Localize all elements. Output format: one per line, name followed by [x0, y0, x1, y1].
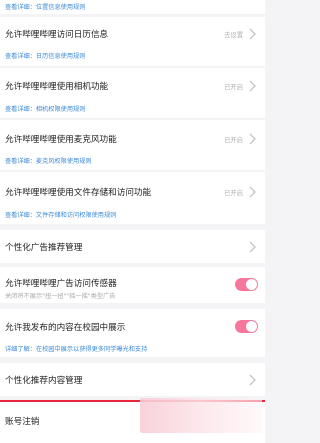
storage-permission-title: 允许哔哩哔哩使用文件存储和访问功能 [5, 188, 152, 198]
camera-permission-row[interactable]: 允许哔哩哔哩使用相机功能 已开启 查看详细：相机权限使用规则 [0, 68, 265, 118]
campus-display-learn-more-link[interactable]: 详细了解：在校园中展示以获得更多同学曝光和支持 [5, 344, 147, 353]
ad-recommendation-management-title: 个性化广告推荐管理 [5, 243, 83, 253]
camera-rules-link[interactable]: 查看详细：相机权限使用规则 [5, 104, 85, 113]
microphone-permission-title: 允许哔哩哔哩使用麦克风功能 [5, 135, 117, 145]
campus-display-toggle[interactable] [235, 320, 258, 333]
location-permission-row: 查看详细：位置信息使用规则 [0, 0, 265, 14]
microphone-rules-link[interactable]: 查看详细：麦克风权限使用规则 [5, 156, 92, 165]
camera-permission-status: 已开启 [224, 84, 243, 91]
storage-permission-status: 已开启 [224, 190, 243, 197]
calendar-rules-link[interactable]: 查看详细：日历信息使用规则 [5, 51, 85, 60]
chevron-right-icon [249, 133, 256, 145]
campus-display-row: 允许我发布的内容在校园中展示 详细了解：在校园中展示以获得更多同学曝光和支持 [0, 309, 265, 357]
calendar-permission-title: 允许哔哩哔哩访问日历信息 [5, 30, 109, 40]
calendar-permission-status: 去设置 [224, 32, 243, 39]
storage-rules-link[interactable]: 查看详细：文件存储和访问权限使用规则 [5, 210, 116, 219]
camera-permission-title: 允许哔哩哔哩使用相机功能 [5, 82, 109, 92]
calendar-permission-row[interactable]: 允许哔哩哔哩访问日历信息 去设置 查看详细：日历信息使用规则 [0, 17, 265, 66]
content-recommendation-management-title: 个性化推荐内容管理 [5, 376, 83, 386]
ad-sensor-description: 关闭将不展示"扭一扭""摇一摇"类型广告 [5, 293, 116, 300]
blurred-watermark [140, 398, 262, 433]
toggle-knob [246, 321, 257, 332]
microphone-permission-row[interactable]: 允许哔哩哔哩使用麦克风功能 已开启 查看详细：麦克风权限使用规则 [0, 120, 265, 170]
chevron-right-icon [249, 374, 256, 386]
ad-sensor-access-title: 允许哔哩哔哩广告访问传感器 [5, 279, 117, 289]
account-deletion-title: 账号注销 [5, 417, 40, 427]
chevron-right-icon [249, 186, 256, 198]
microphone-permission-status: 已开启 [224, 137, 243, 144]
campus-display-title: 允许我发布的内容在校园中展示 [5, 323, 126, 333]
location-rules-link[interactable]: 查看详细：位置信息使用规则 [5, 2, 85, 11]
chevron-right-icon [249, 80, 256, 92]
chevron-right-icon [249, 241, 256, 253]
storage-permission-row[interactable]: 允许哔哩哔哩使用文件存储和访问功能 已开启 查看详细：文件存储和访问权限使用规则 [0, 172, 265, 224]
toggle-knob [246, 279, 257, 290]
content-recommendation-management-row[interactable]: 个性化推荐内容管理 [0, 363, 265, 396]
ad-sensor-access-row: 允许哔哩哔哩广告访问传感器 关闭将不展示"扭一扭""摇一摇"类型广告 [0, 267, 265, 303]
ad-sensor-toggle[interactable] [235, 278, 258, 291]
ad-recommendation-management-row[interactable]: 个性化广告推荐管理 [0, 230, 265, 263]
chevron-right-icon [249, 28, 256, 40]
